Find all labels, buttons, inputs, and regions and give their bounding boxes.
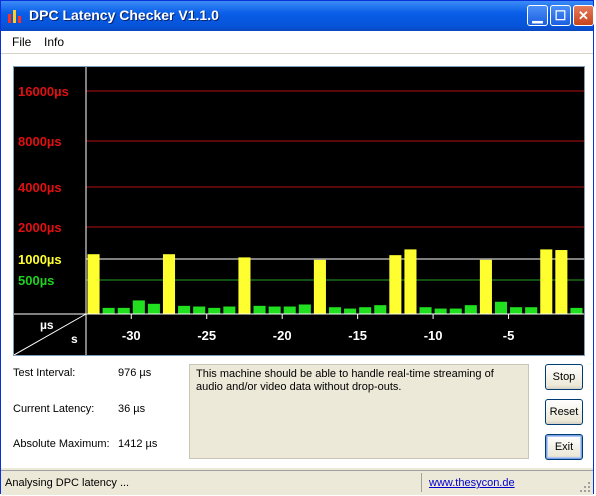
menu-info[interactable]: Info — [44, 35, 64, 49]
y-tick-label: 500µs — [18, 273, 54, 288]
y-tick-label: 4000µs — [18, 180, 62, 195]
latency-bar — [147, 303, 160, 314]
latency-bar — [540, 249, 553, 314]
x-tick-label: -25 — [197, 328, 216, 343]
y-tick-label: 2000µs — [18, 220, 62, 235]
absolute-maximum-label: Absolute Maximum: — [13, 438, 110, 450]
latency-bar — [313, 259, 326, 314]
main-window: DPC Latency Checker V1.1.0 ▁ ☐ ✕ File In… — [0, 0, 594, 495]
latency-bar — [494, 301, 508, 314]
latency-bar — [434, 308, 447, 314]
test-interval-label: Test Interval: — [13, 367, 76, 379]
latency-bar — [464, 305, 477, 314]
latency-bar — [268, 306, 281, 314]
latency-bar — [389, 255, 402, 314]
x-unit-label: s — [71, 332, 78, 346]
x-tick-label: -15 — [348, 328, 367, 343]
x-tick-label: -5 — [503, 328, 515, 343]
latency-chart: 16000µs 8000µs 4000µs 2000µs 1000µs 500µs µs s -… — [13, 66, 585, 356]
status-text: Analysing DPC latency ... — [5, 477, 130, 489]
latency-bar — [208, 307, 221, 314]
latency-bar — [555, 250, 568, 314]
minimize-button[interactable]: ▁ — [527, 5, 548, 26]
resize-grip-icon[interactable] — [579, 481, 591, 493]
latency-bar — [510, 307, 523, 314]
window-title: DPC Latency Checker V1.1.0 — [29, 7, 219, 23]
latency-bar — [178, 305, 191, 314]
latency-bar — [193, 306, 206, 314]
latency-bar — [283, 306, 296, 314]
x-tick-label: -30 — [122, 328, 141, 343]
latency-bar — [359, 307, 372, 314]
status-bar: Analysing DPC latency ... www.thesycon.d… — [1, 470, 593, 495]
status-separator — [421, 473, 422, 492]
exit-button[interactable]: Exit — [545, 434, 583, 460]
latency-bar — [449, 308, 462, 314]
latency-bar — [298, 304, 311, 314]
client-area: 16000µs 8000µs 4000µs 2000µs 1000µs 500µs µs s -… — [1, 54, 593, 468]
latency-bar — [404, 249, 417, 314]
stop-button[interactable]: Stop — [545, 364, 583, 390]
status-message: This machine should be able to handle re… — [189, 364, 529, 459]
latency-bar — [525, 307, 538, 314]
current-latency-value: 36 µs — [118, 403, 146, 415]
latency-bar — [223, 306, 236, 314]
latency-chart-svg: 16000µs 8000µs 4000µs 2000µs 1000µs 500µs µs s -… — [13, 67, 584, 356]
current-latency-label: Current Latency: — [13, 403, 95, 415]
latency-bar — [570, 307, 583, 314]
latency-bar — [162, 254, 176, 314]
menu-bar: File Info — [1, 31, 593, 54]
website-link[interactable]: www.thesycon.de — [429, 477, 515, 489]
latency-bar — [238, 257, 251, 314]
latency-bar — [374, 305, 387, 314]
y-tick-label: 8000µs — [18, 134, 62, 149]
reset-button[interactable]: Reset — [545, 399, 583, 425]
bar-chart-icon — [8, 10, 21, 23]
close-button[interactable]: ✕ — [573, 5, 594, 26]
x-tick-label: -20 — [273, 328, 292, 343]
title-bar[interactable]: DPC Latency Checker V1.1.0 ▁ ☐ ✕ — [1, 1, 594, 31]
latency-bar — [132, 300, 145, 314]
latency-bar — [117, 307, 130, 314]
latency-bar — [479, 259, 492, 314]
latency-bar — [344, 308, 357, 314]
menu-file[interactable]: File — [12, 35, 31, 49]
maximize-button[interactable]: ☐ — [550, 5, 571, 26]
y-tick-label: 16000µs — [18, 84, 69, 99]
latency-bar — [102, 307, 115, 314]
latency-bar — [253, 305, 266, 314]
test-interval-value: 976 µs — [118, 367, 152, 379]
y-tick-label: 1000µs — [18, 252, 62, 267]
latency-bar — [328, 307, 342, 314]
y-unit-label: µs — [40, 318, 54, 332]
latency-bar — [419, 307, 432, 314]
x-tick-label: -10 — [424, 328, 443, 343]
latency-bar — [87, 254, 100, 314]
absolute-maximum-value: 1412 µs — [118, 438, 158, 450]
